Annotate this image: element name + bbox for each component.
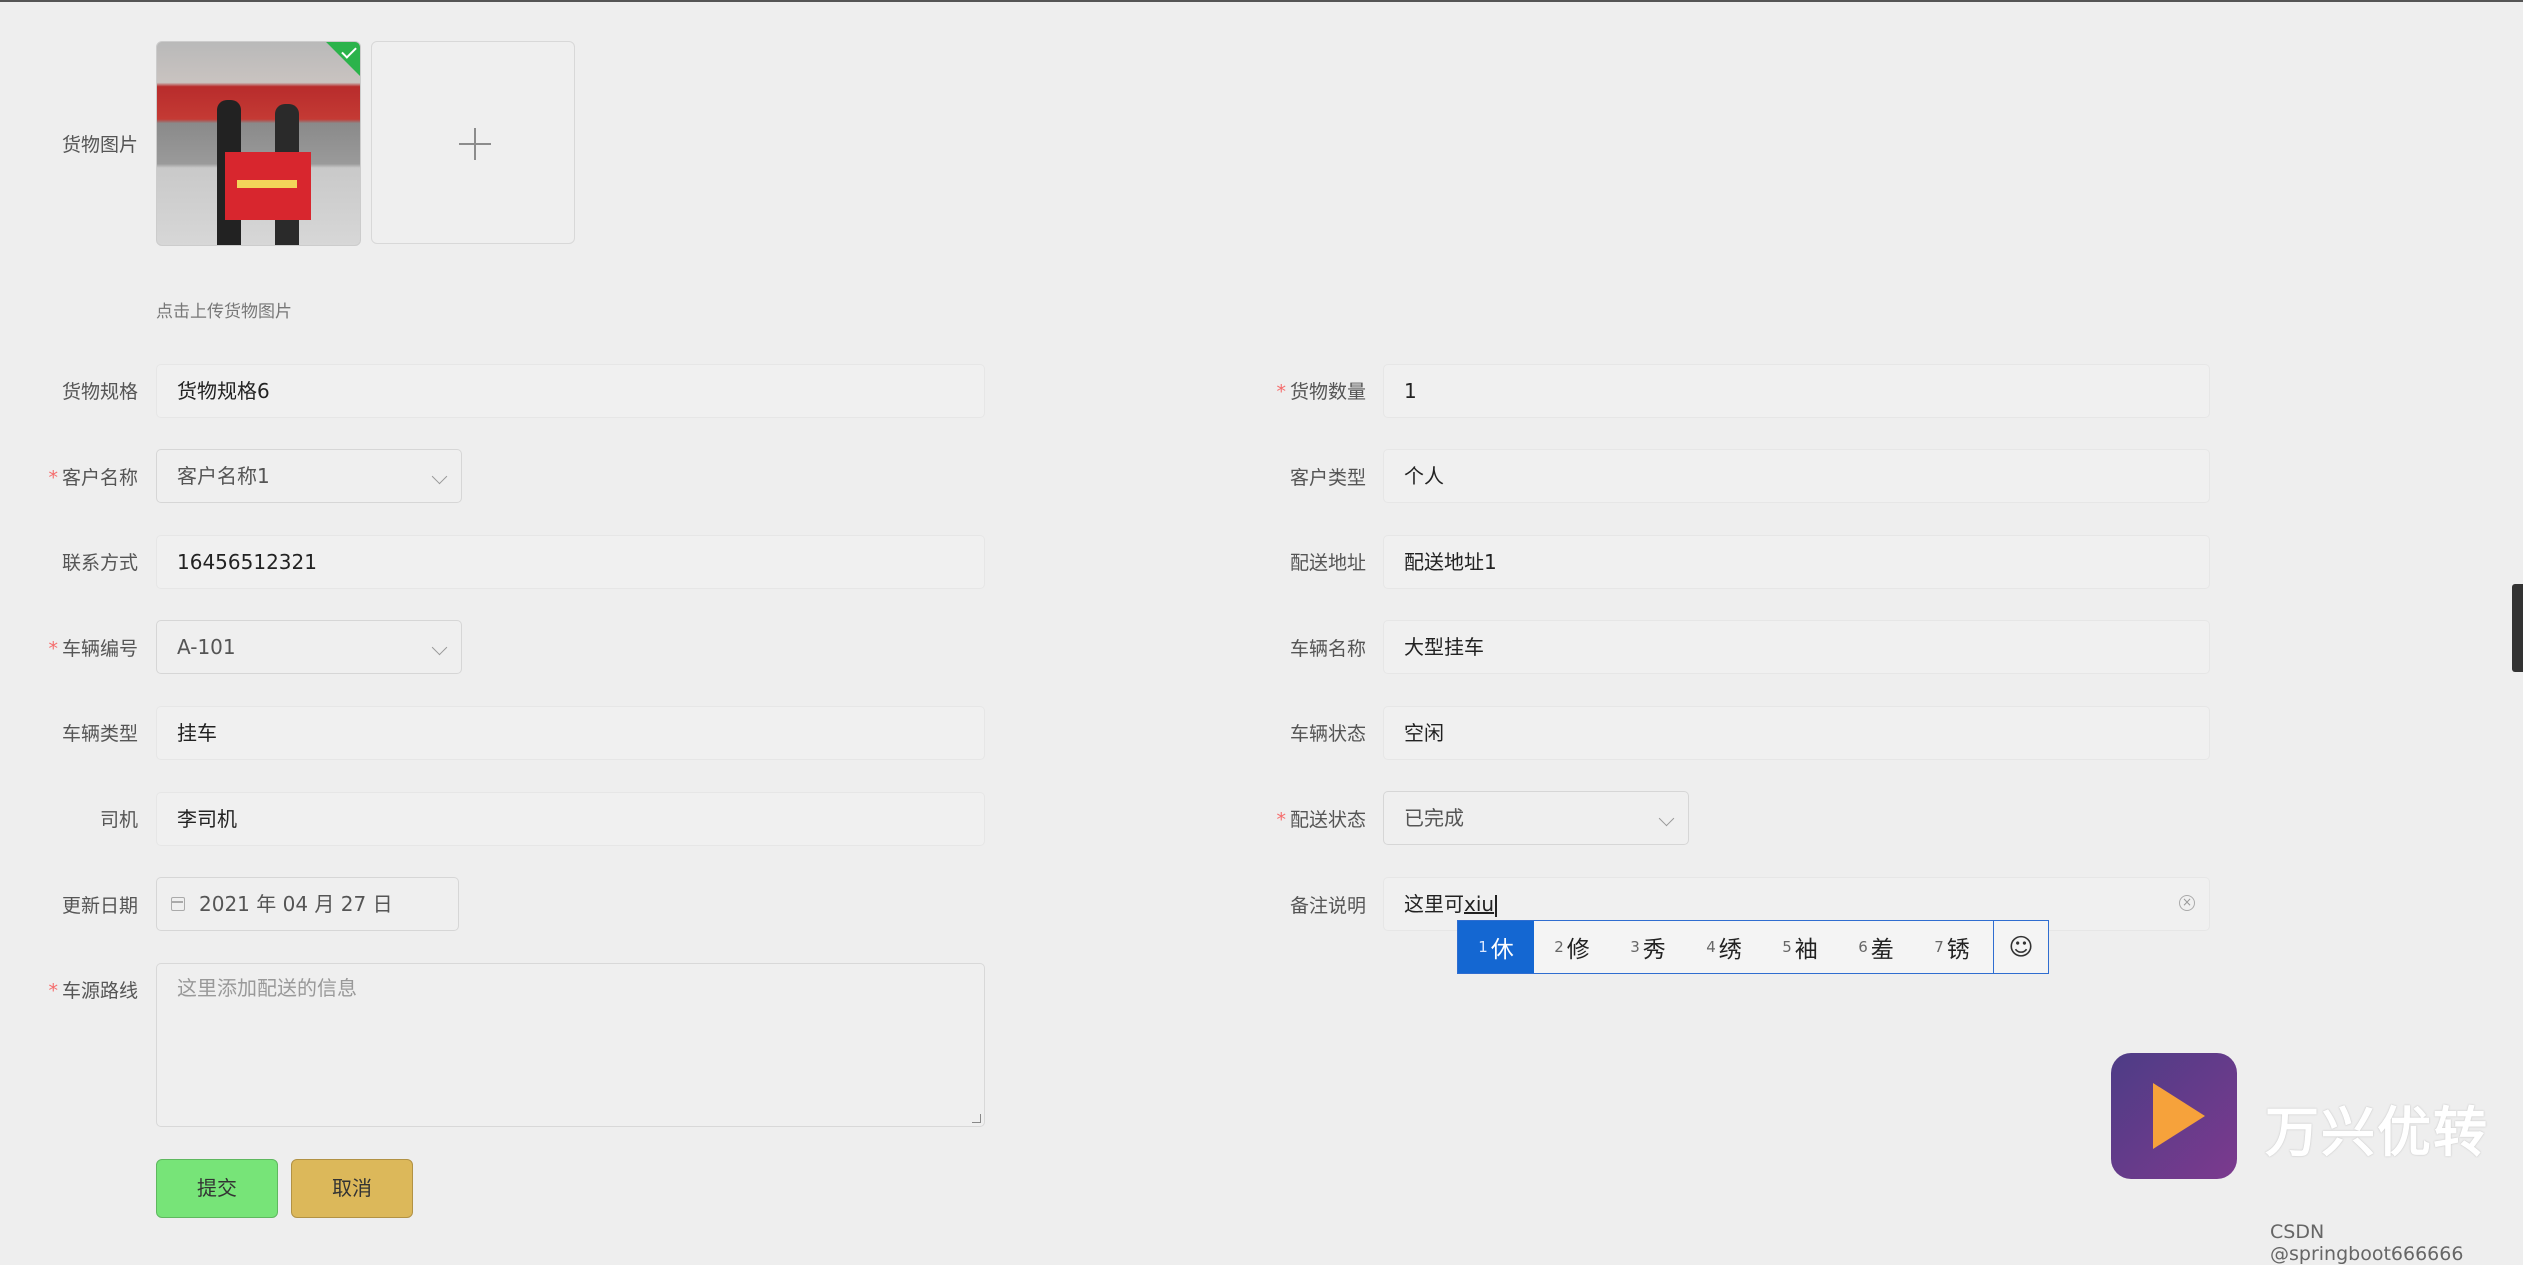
contact-input[interactable]: 16456512321 — [156, 535, 985, 589]
vehicle-status-input[interactable]: 空闲 — [1383, 706, 2210, 760]
required-mark: * — [1276, 809, 1286, 831]
clear-icon[interactable]: × — [2179, 895, 2195, 911]
route-placeholder: 这里添加配送的信息 — [177, 976, 357, 1000]
vehicle-number-select[interactable]: A-101 — [156, 620, 462, 674]
required-mark: * — [48, 980, 58, 1002]
field-label-vehicle-number: * 车辆编号 — [48, 638, 138, 660]
ime-candidate[interactable]: 6羞 — [1838, 921, 1914, 973]
play-icon — [2153, 1083, 2205, 1149]
chevron-down-icon — [431, 639, 448, 656]
upload-hint: 点击上传货物图片 — [156, 302, 292, 322]
ime-candidate[interactable]: 2修 — [1534, 921, 1610, 973]
calendar-icon — [171, 897, 185, 911]
required-mark: * — [48, 638, 58, 660]
field-label-delivery-address: 配送地址 — [1289, 552, 1366, 574]
ime-candidate[interactable]: 4绣 — [1686, 921, 1762, 973]
image-field-label: 货物图片 — [61, 134, 138, 156]
field-label-customer-type: 客户类型 — [1289, 467, 1366, 489]
ime-candidate[interactable]: 7锈 — [1914, 921, 1990, 973]
vehicle-name-input[interactable]: 大型挂车 — [1383, 620, 2210, 674]
required-mark: * — [1276, 381, 1286, 403]
field-label-delivery-status: * 配送状态 — [1276, 809, 1366, 831]
ime-candidate[interactable]: 3秀 — [1610, 921, 1686, 973]
delivery-status-value: 已完成 — [1404, 806, 1464, 830]
field-label-remarks: 备注说明 — [1289, 895, 1366, 917]
field-label-vehicle-status: 车辆状态 — [1289, 723, 1366, 745]
delivery-address-input[interactable]: 配送地址1 — [1383, 535, 2210, 589]
submit-button[interactable]: 提交 — [156, 1159, 278, 1218]
field-label-update-date: 更新日期 — [61, 895, 138, 917]
field-label-route: * 车源路线 — [48, 980, 138, 1002]
watermark-brand: 万兴优转 — [2265, 1101, 2489, 1164]
text-caret — [1495, 894, 1497, 917]
chevron-down-icon — [431, 468, 448, 485]
update-date-picker[interactable]: 2021 年 04 月 27 日 — [156, 877, 459, 931]
ime-candidate[interactable]: 1休 — [1458, 921, 1534, 973]
customer-type-input[interactable]: 个人 — [1383, 449, 2210, 503]
field-label-driver: 司机 — [99, 809, 138, 831]
cargo-image-thumbnail[interactable] — [156, 41, 361, 246]
emoji-icon[interactable]: ☺ — [1993, 921, 2048, 973]
chevron-down-icon — [1658, 810, 1675, 827]
field-label-contact: 联系方式 — [61, 552, 138, 574]
remarks-composing-text: xiu — [1464, 892, 1495, 916]
update-date-value: 2021 年 04 月 27 日 — [199, 892, 393, 916]
resize-handle[interactable] — [972, 1114, 981, 1123]
customer-name-select[interactable]: 客户名称1 — [156, 449, 462, 503]
field-label-cargo-quantity: * 货物数量 — [1276, 381, 1366, 403]
vehicle-number-value: A-101 — [177, 635, 236, 659]
cargo-quantity-input[interactable]: 1 — [1383, 364, 2210, 418]
delivery-status-select[interactable]: 已完成 — [1383, 791, 1689, 845]
field-label-customer-name: * 客户名称 — [48, 467, 138, 489]
vehicle-type-input[interactable]: 挂车 — [156, 706, 985, 760]
csdn-watermark: CSDN @springboot666666 — [2270, 1221, 2464, 1265]
photo-banner — [225, 152, 311, 220]
top-border — [0, 0, 2523, 2]
ime-candidate[interactable]: 5袖 — [1762, 921, 1838, 973]
wondershare-logo — [2111, 1053, 2237, 1179]
ime-candidate-bar: 1休 2修 3秀 4绣 5袖 6羞 7锈 ☺ — [1457, 920, 2049, 974]
plus-icon — [474, 128, 476, 160]
cargo-spec-input[interactable]: 货物规格6 — [156, 364, 985, 418]
upload-success-badge — [326, 42, 360, 76]
field-label-vehicle-type: 车辆类型 — [61, 723, 138, 745]
driver-input[interactable]: 李司机 — [156, 792, 985, 846]
customer-name-value: 客户名称1 — [177, 464, 270, 488]
required-mark: * — [48, 467, 58, 489]
remarks-value: 这里可 — [1404, 892, 1464, 916]
field-label-cargo-spec: 货物规格 — [61, 381, 138, 403]
image-upload-button[interactable] — [371, 41, 575, 244]
route-textarea[interactable]: 这里添加配送的信息 — [156, 963, 985, 1127]
field-label-vehicle-name: 车辆名称 — [1289, 638, 1366, 660]
scrollbar-thumb[interactable] — [2512, 584, 2523, 672]
cancel-button[interactable]: 取消 — [291, 1159, 413, 1218]
